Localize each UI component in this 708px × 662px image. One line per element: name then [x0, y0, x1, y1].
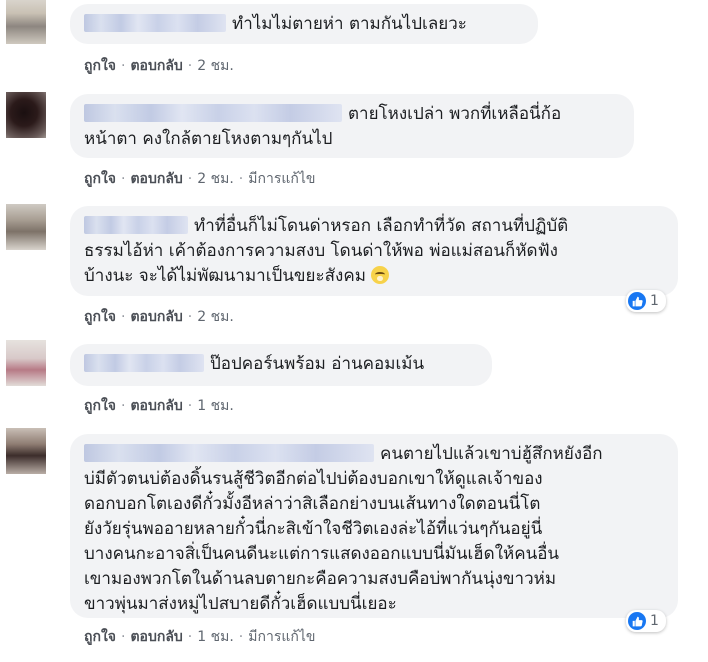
comment-text-line: ขาวพุ่นมาส่งหมู่ไปสบายดีกั๋วเฮ็ดแบบนี่เย… — [84, 594, 397, 614]
commenter-name[interactable] — [84, 216, 188, 234]
commenter-name[interactable] — [84, 354, 204, 372]
comment-text-line: คนตายไปแล้วเขาบ่ฮู้สึกหยังอีก — [380, 444, 603, 464]
like-icon — [628, 612, 646, 630]
commenter-name[interactable] — [84, 14, 226, 32]
timestamp[interactable]: 2 ชม. — [197, 171, 234, 187]
reaction-number: 1 — [650, 293, 659, 309]
comment-text: ทำไมไม่ตายห่า ตามกันไปเลยวะ — [232, 14, 467, 34]
reply-link[interactable]: ตอบกลับ — [130, 171, 182, 187]
timestamp[interactable]: 2 ชม. — [197, 58, 234, 74]
like-link[interactable]: ถูกใจ — [84, 171, 116, 187]
like-icon — [628, 292, 646, 310]
edited-label[interactable]: มีการแก้ไข — [248, 171, 315, 187]
like-link[interactable]: ถูกใจ — [84, 58, 116, 74]
comment-actions: ถูกใจ · ตอบกลับ · 2 ชม. — [84, 58, 234, 74]
reaction-count[interactable]: 1 — [626, 290, 666, 312]
timestamp[interactable]: 1 ชม. — [197, 398, 234, 414]
comment-text: ป๊อปคอร์นพร้อม อ่านคอมเม้น — [210, 354, 425, 374]
comment-text-line: ตายโหงเปล่า พวกที่เหลือนี่ก้อ — [348, 104, 562, 124]
avatar[interactable] — [6, 428, 46, 474]
avatar[interactable] — [6, 204, 46, 250]
reply-link[interactable]: ตอบกลับ — [130, 629, 182, 645]
like-link[interactable]: ถูกใจ — [84, 309, 116, 325]
edited-label[interactable]: มีการแก้ไข — [248, 629, 315, 645]
avatar[interactable] — [6, 340, 46, 386]
comment-text-line: ยังวัยรุ่นพออายหลายกั๋วนี่กะสิเข้าใจชีวิ… — [84, 519, 543, 539]
reply-link[interactable]: ตอบกลับ — [130, 398, 182, 414]
avatar[interactable] — [6, 92, 46, 138]
comment-text-line: บางคนกะอาจสิ่เป็นคนดีนะแต่การแสดงออกแบบน… — [84, 544, 560, 564]
comment-bubble: ป๊อปคอร์นพร้อม อ่านคอมเม้น — [70, 344, 492, 386]
commenter-name[interactable] — [84, 444, 374, 462]
reaction-number: 1 — [650, 613, 659, 629]
like-link[interactable]: ถูกใจ — [84, 398, 116, 414]
commenter-name[interactable] — [84, 104, 342, 122]
comment-text-line: หน้าตา คงใกล้ตายโหงตามๆกันไป — [84, 129, 333, 149]
comment-bubble: ทำที่อื่นก็ไม่โดนด่าหรอก เลือกทำที่วัด ส… — [70, 206, 678, 296]
comment-bubble: ตายโหงเปล่า พวกที่เหลือนี่ก้อ หน้าตา คงใ… — [70, 94, 634, 158]
comment-text-line: บ้างนะ จะได้ไม่พัฒนามาเป็นขยะสังคม — [84, 266, 366, 286]
timestamp[interactable]: 1 ชม. — [197, 629, 234, 645]
comment-actions: ถูกใจ · ตอบกลับ · 2 ชม. · มีการแก้ไข — [84, 171, 316, 187]
avatar[interactable] — [6, 0, 46, 44]
comment-text-line: บ่มีตัวตนบ่ต้องดิ้นรนสู้ชีวิตอีกต่อไปบ่ต… — [84, 469, 543, 489]
reaction-count[interactable]: 1 — [626, 610, 666, 632]
face-with-hand-over-mouth-emoji — [371, 266, 390, 284]
comment-text-line: ธรรมไอ้ห่า เค้าต้องการความสงบ โดนด่าให้พ… — [84, 241, 558, 261]
timestamp[interactable]: 2 ชม. — [197, 309, 234, 325]
reply-link[interactable]: ตอบกลับ — [130, 309, 182, 325]
comment-actions: ถูกใจ · ตอบกลับ · 1 ชม. — [84, 398, 234, 414]
comment-text-line: เขามองพวกโตในด้านลบตายกะคือความสงบคือบ่พ… — [84, 569, 557, 589]
comment-text-line: ทำที่อื่นก็ไม่โดนด่าหรอก เลือกทำที่วัด ส… — [194, 216, 569, 236]
like-link[interactable]: ถูกใจ — [84, 629, 116, 645]
reply-link[interactable]: ตอบกลับ — [130, 58, 182, 74]
comment-actions: ถูกใจ · ตอบกลับ · 2 ชม. — [84, 309, 234, 325]
comment-text-line: ดอกบอกโตเองดีกั๋วมั้งอีหล่าว่าสิเลือกย่า… — [84, 494, 541, 514]
comment-bubble: ทำไมไม่ตายห่า ตามกันไปเลยวะ — [70, 4, 538, 44]
comment-bubble: คนตายไปแล้วเขาบ่ฮู้สึกหยังอีก บ่มีตัวตนบ… — [70, 434, 678, 618]
comment-actions: ถูกใจ · ตอบกลับ · 1 ชม. · มีการแก้ไข — [84, 629, 316, 645]
